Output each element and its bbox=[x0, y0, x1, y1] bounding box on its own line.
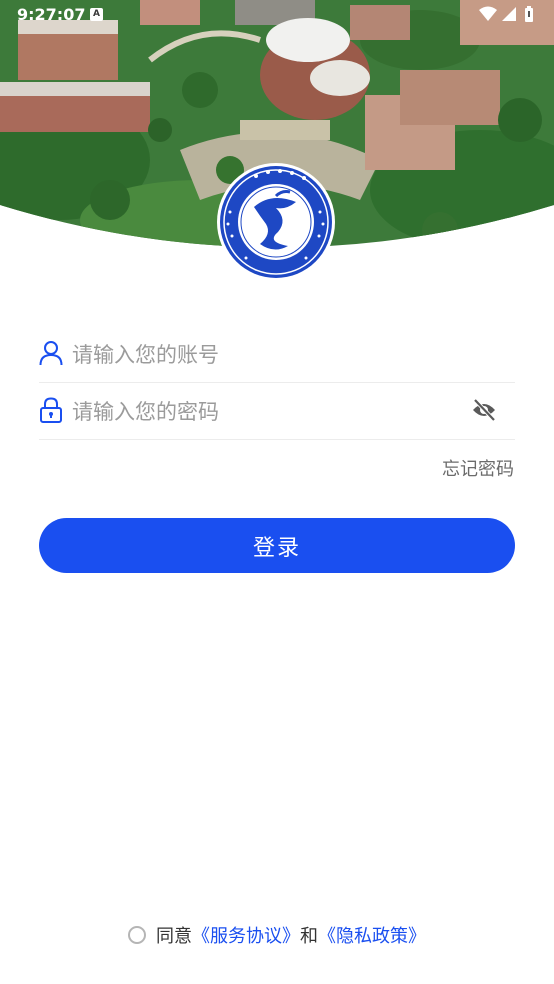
lock-icon bbox=[40, 397, 62, 423]
school-seal-logo bbox=[217, 163, 335, 281]
notification-a-icon: A bbox=[90, 8, 103, 21]
status-time: 9:27:07 bbox=[17, 5, 86, 24]
status-bar: 9:27:07 A bbox=[0, 0, 554, 30]
forgot-password-link[interactable]: 忘记密码 bbox=[442, 455, 514, 481]
password-input[interactable] bbox=[70, 395, 454, 429]
agree-prefix: 同意 bbox=[156, 926, 192, 947]
agree-conjunction: 和 bbox=[300, 926, 318, 947]
account-input[interactable] bbox=[70, 338, 454, 372]
system-tray bbox=[479, 6, 533, 22]
agree-radio[interactable] bbox=[128, 926, 146, 944]
battery-icon bbox=[525, 6, 533, 22]
privacy-policy-link[interactable]: 《隐私政策》 bbox=[318, 922, 426, 948]
signal-icon bbox=[502, 7, 516, 21]
agreement-row: 同意 《服务协议》 和 《隐私政策》 bbox=[0, 922, 554, 948]
service-agreement-link[interactable]: 《服务协议》 bbox=[192, 922, 300, 948]
wifi-icon bbox=[479, 6, 497, 21]
password-field bbox=[39, 383, 515, 440]
login-button[interactable]: 登录 bbox=[39, 518, 515, 573]
user-icon bbox=[39, 341, 63, 366]
account-field bbox=[39, 326, 515, 383]
eye-off-icon[interactable] bbox=[471, 397, 497, 423]
